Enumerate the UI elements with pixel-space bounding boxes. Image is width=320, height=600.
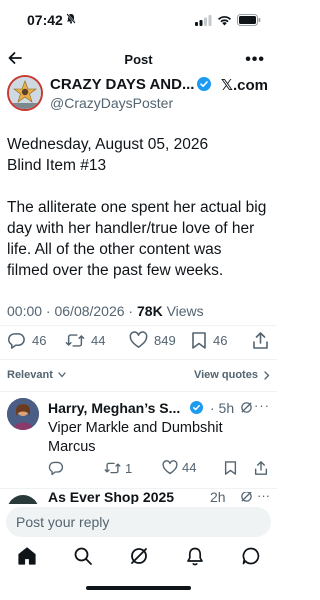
divider [0, 359, 277, 360]
post-text: Wednesday, August 05, 2026 Blind Item #1… [7, 134, 272, 302]
post-timestamp: 00:00 · 06/08/2026 · [7, 303, 137, 319]
heart-icon [162, 460, 178, 475]
replies-sort-row: Relevant View quotes [7, 369, 270, 385]
reply-repost-count: 1 [125, 460, 133, 476]
reply-text: Viper Markle and Dumbshit Marcus [48, 419, 268, 457]
post-actions: 46 44 849 46 [7, 331, 270, 353]
like-count: 849 [154, 332, 176, 348]
post-line: The alliterate one spent her actual big [7, 199, 267, 216]
post-line: Wednesday, August 05, 2026 [7, 136, 209, 153]
divider [0, 325, 277, 326]
reply-time: 2h [210, 492, 226, 504]
reply-line: Viper Markle and Dumbshit [48, 420, 223, 436]
divider [0, 488, 277, 489]
messages-icon[interactable] [241, 546, 261, 566]
post-paragraph: The alliterate one spent her actual big … [7, 197, 272, 281]
reply-button[interactable]: 46 [7, 331, 46, 350]
reply-avatar[interactable] [7, 495, 39, 504]
bookmark-button[interactable]: 46 [191, 331, 227, 350]
bookmark-icon [224, 460, 237, 476]
repost-icon [65, 331, 85, 350]
reply-count: 46 [32, 333, 47, 348]
share-button[interactable] [252, 331, 269, 350]
reply-reply-button[interactable] [48, 460, 64, 476]
bell-slash-icon [66, 13, 76, 24]
more-options-button[interactable]: ••• [245, 51, 265, 69]
repost-count: 44 [91, 333, 106, 348]
x-com-link[interactable]: 𝕏.com [221, 76, 268, 94]
reply-input[interactable] [6, 507, 271, 537]
share-icon [254, 460, 268, 476]
reply-like-button[interactable]: 44 [162, 460, 196, 475]
notifications-bell-icon[interactable] [185, 546, 205, 566]
reply-icon [48, 460, 64, 476]
bottom-tab-bar [0, 544, 277, 572]
verified-badge-icon [197, 77, 211, 91]
reply-share-button[interactable] [254, 460, 268, 476]
grok-icon[interactable] [240, 492, 253, 503]
wifi-icon [217, 15, 232, 26]
reply-more-button[interactable]: ··· [257, 492, 270, 503]
bookmark-icon [191, 331, 207, 350]
share-icon [252, 331, 269, 350]
post-line: filmed over the past few weeks. [7, 262, 224, 279]
author-avatar[interactable] [7, 75, 43, 111]
status-bar: 07:42 [0, 0, 277, 40]
post-line: life. All of the other content was [7, 241, 222, 258]
reply-actions: 1 44 [48, 460, 270, 480]
reply-repost-button[interactable]: 1 [104, 460, 132, 476]
views-label: Views [162, 303, 204, 319]
post-author: CRAZY DAYS AND... @CrazyDaysPoster 𝕏.com [7, 75, 270, 119]
grok-icon[interactable] [240, 401, 253, 414]
reply-like-count: 44 [182, 460, 197, 475]
page-title: Post [124, 52, 153, 67]
reply-more-button[interactable]: ··· [254, 398, 270, 413]
sort-label: Relevant [7, 369, 53, 381]
author-name[interactable]: CRAZY DAYS AND... [50, 76, 194, 93]
reply-author-name[interactable]: Harry, Meghan’s S... [48, 400, 180, 416]
author-handle[interactable]: @CrazyDaysPoster [50, 95, 173, 111]
home-indicator [86, 586, 191, 590]
reply-composer[interactable] [6, 507, 271, 537]
post-line: Blind Item #13 [7, 157, 107, 174]
grok-icon[interactable] [129, 546, 149, 566]
post-meta: 00:00 · 06/08/2026 · 78K Views [7, 303, 204, 319]
signal-icon [195, 14, 212, 26]
like-button[interactable]: 849 [129, 331, 176, 349]
views-count[interactable]: 78K [137, 303, 163, 319]
reply-line: Marcus [48, 439, 96, 455]
status-time: 07:42 [27, 12, 63, 28]
reply-post[interactable]: As Ever Shop 2025 2h ··· [7, 492, 270, 504]
bookmark-count: 46 [213, 333, 228, 348]
heart-icon [129, 331, 148, 349]
reply-author-name[interactable]: As Ever Shop 2025 [48, 492, 174, 504]
reply-post[interactable]: Harry, Meghan’s S... · 5h ··· Viper Mark… [7, 396, 270, 486]
view-quotes-link[interactable]: View quotes [194, 369, 270, 381]
repost-icon [104, 460, 121, 476]
verified-badge-icon [190, 401, 203, 414]
reply-time: · 5h [210, 400, 235, 416]
reply-avatar[interactable] [7, 398, 39, 430]
post-line: day with her handler/true love of her [7, 220, 255, 237]
battery-icon [237, 14, 261, 26]
view-quotes-label: View quotes [193, 369, 258, 381]
home-icon[interactable] [17, 546, 37, 566]
chevron-down-icon [58, 372, 66, 378]
sort-dropdown[interactable]: Relevant [7, 369, 66, 381]
post-header: Post ••• [0, 44, 277, 74]
divider [0, 391, 277, 392]
reply-bookmark-button[interactable] [224, 460, 237, 476]
post-paragraph: Wednesday, August 05, 2026 Blind Item #1… [7, 134, 272, 176]
reply-icon [7, 331, 26, 350]
repost-button[interactable]: 44 [65, 331, 105, 350]
chevron-right-icon [264, 370, 270, 380]
search-icon[interactable] [73, 546, 93, 566]
